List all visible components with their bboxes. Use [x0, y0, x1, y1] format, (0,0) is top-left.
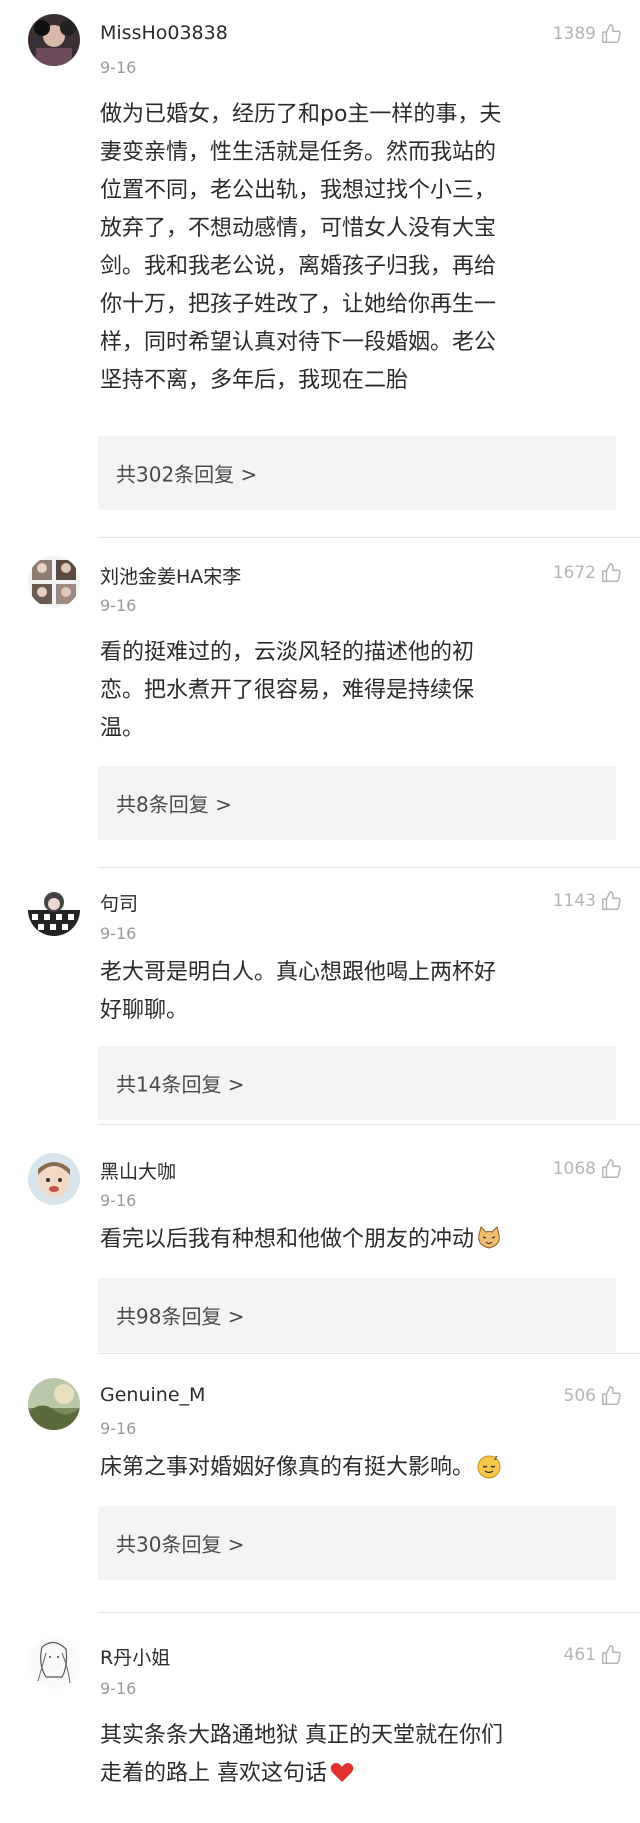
- like-button[interactable]: 1068: [553, 1158, 622, 1180]
- comment-text: 看完以后我有种想和他做个朋友的冲动: [100, 1221, 615, 1259]
- comment-line-text: 床第之事对婚姻好像真的有挺大影响。: [100, 1455, 475, 1480]
- replies-label: 共30条回复 >: [116, 1532, 245, 1557]
- comment-line: 样，同时希望认真对待下一段婚姻。老公: [100, 330, 497, 355]
- avatar[interactable]: [28, 1637, 80, 1689]
- view-replies-button[interactable]: 共8条回复 >: [98, 766, 616, 840]
- comment-date: 9-16: [100, 1191, 137, 1210]
- comment-line: 看的挺难过的，云淡风轻的描述他的初: [100, 640, 475, 665]
- comment-text: 老大哥是明白人。真心想跟他喝上两杯好 好聊聊。: [100, 954, 615, 1030]
- like-count: 1389: [552, 24, 596, 44]
- comment-date: 9-16: [100, 924, 137, 943]
- view-replies-button[interactable]: 共98条回复 >: [98, 1278, 616, 1352]
- comment-line: 你十万，把孩子姓改了，让她给你再生一: [100, 292, 497, 317]
- like-button[interactable]: 506: [564, 1385, 622, 1407]
- comment-date: 9-16: [100, 1679, 137, 1698]
- divider: [98, 1612, 640, 1613]
- comment-line: 做为已婚女，经历了和po主一样的事，夫: [100, 102, 502, 127]
- username[interactable]: 刘池金姜HA宋李: [100, 562, 241, 589]
- comment-date: 9-16: [100, 58, 137, 77]
- like-button[interactable]: 1389: [553, 23, 622, 45]
- like-button[interactable]: 1672: [553, 562, 622, 584]
- thumbs-up-icon: [602, 563, 621, 582]
- like-button[interactable]: 461: [564, 1644, 622, 1666]
- comment-line: 看完以后我有种想和他做个朋友的冲动: [100, 1221, 615, 1259]
- like-button[interactable]: 1143: [553, 890, 622, 912]
- sleepy-face-emoji: z: [477, 1454, 501, 1479]
- like-count: 1068: [552, 1159, 596, 1179]
- comment-line: 妻变亲情，性生活就是任务。然而我站的: [100, 140, 497, 165]
- avatar[interactable]: [28, 884, 80, 936]
- comment-line-text: 走着的路上 喜欢这句话: [100, 1761, 327, 1786]
- comment-text: 其实条条大路通地狱 真正的天堂就在你们 走着的路上 喜欢这句话: [100, 1717, 615, 1793]
- divider: [98, 537, 640, 538]
- thumbs-up-icon: [602, 1386, 621, 1405]
- comment-line: 其实条条大路通地狱 真正的天堂就在你们: [100, 1723, 503, 1748]
- red-heart-emoji: [330, 1763, 354, 1782]
- avatar[interactable]: [28, 1153, 80, 1205]
- thumbs-up-icon: [602, 24, 621, 43]
- comment-line: 床第之事对婚姻好像真的有挺大影响。 z: [100, 1449, 615, 1487]
- replies-label: 共8条回复 >: [116, 792, 232, 817]
- like-count: 1672: [552, 563, 596, 583]
- like-count: 1143: [552, 891, 596, 911]
- divider: [98, 1353, 640, 1354]
- comment-line-text: 看完以后我有种想和他做个朋友的冲动: [100, 1227, 475, 1252]
- username[interactable]: 黑山大咖: [100, 1157, 176, 1184]
- comment-line: 恋。把水煮开了很容易，难得是持续保: [100, 678, 475, 703]
- cat-face-emoji: [478, 1226, 500, 1249]
- like-count: 461: [563, 1645, 596, 1665]
- username[interactable]: Genuine_M: [100, 1384, 205, 1406]
- username[interactable]: R丹小姐: [100, 1643, 170, 1670]
- replies-label: 共98条回复 >: [116, 1304, 245, 1329]
- comment-text: 床第之事对婚姻好像真的有挺大影响。 z: [100, 1449, 615, 1487]
- comment-date: 9-16: [100, 1419, 137, 1438]
- avatar[interactable]: [28, 14, 80, 66]
- username[interactable]: MissHo03838: [100, 22, 228, 44]
- comment-line: 老大哥是明白人。真心想跟他喝上两杯好: [100, 960, 497, 985]
- comment-text: 看的挺难过的，云淡风轻的描述他的初 恋。把水煮开了很容易，难得是持续保 温。: [100, 634, 615, 748]
- username[interactable]: 句司: [100, 889, 138, 916]
- comment-text: 做为已婚女，经历了和po主一样的事，夫 妻变亲情，性生活就是任务。然而我站的 位…: [100, 96, 615, 400]
- view-replies-button[interactable]: 共302条回复 >: [98, 436, 616, 510]
- divider: [98, 867, 640, 868]
- avatar[interactable]: [28, 1378, 80, 1430]
- comment-line: 放弃了，不想动感情，可惜女人没有大宝: [100, 216, 497, 241]
- comment-date: 9-16: [100, 596, 137, 615]
- view-replies-button[interactable]: 共14条回复 >: [98, 1046, 616, 1120]
- comment-line: 温。: [100, 716, 145, 741]
- thumbs-up-icon: [602, 891, 621, 910]
- comment-line: 剑。我和我老公说，离婚孩子归我，再给: [100, 254, 497, 279]
- replies-label: 共302条回复 >: [116, 462, 258, 487]
- view-replies-button[interactable]: 共30条回复 >: [98, 1506, 616, 1580]
- divider: [98, 1124, 640, 1125]
- comment-line: 走着的路上 喜欢这句话: [100, 1755, 615, 1793]
- like-count: 506: [563, 1386, 596, 1406]
- comment-line: 位置不同，老公出轨，我想过找个小三，: [100, 178, 497, 203]
- comment-line: 好聊聊。: [100, 998, 189, 1023]
- comment-line: 坚持不离，多年后，我现在二胎: [100, 368, 409, 393]
- thumbs-up-icon: [602, 1159, 621, 1178]
- svg-text:z: z: [494, 1454, 498, 1462]
- replies-label: 共14条回复 >: [116, 1072, 245, 1097]
- avatar[interactable]: [28, 556, 80, 608]
- thumbs-up-icon: [602, 1645, 621, 1664]
